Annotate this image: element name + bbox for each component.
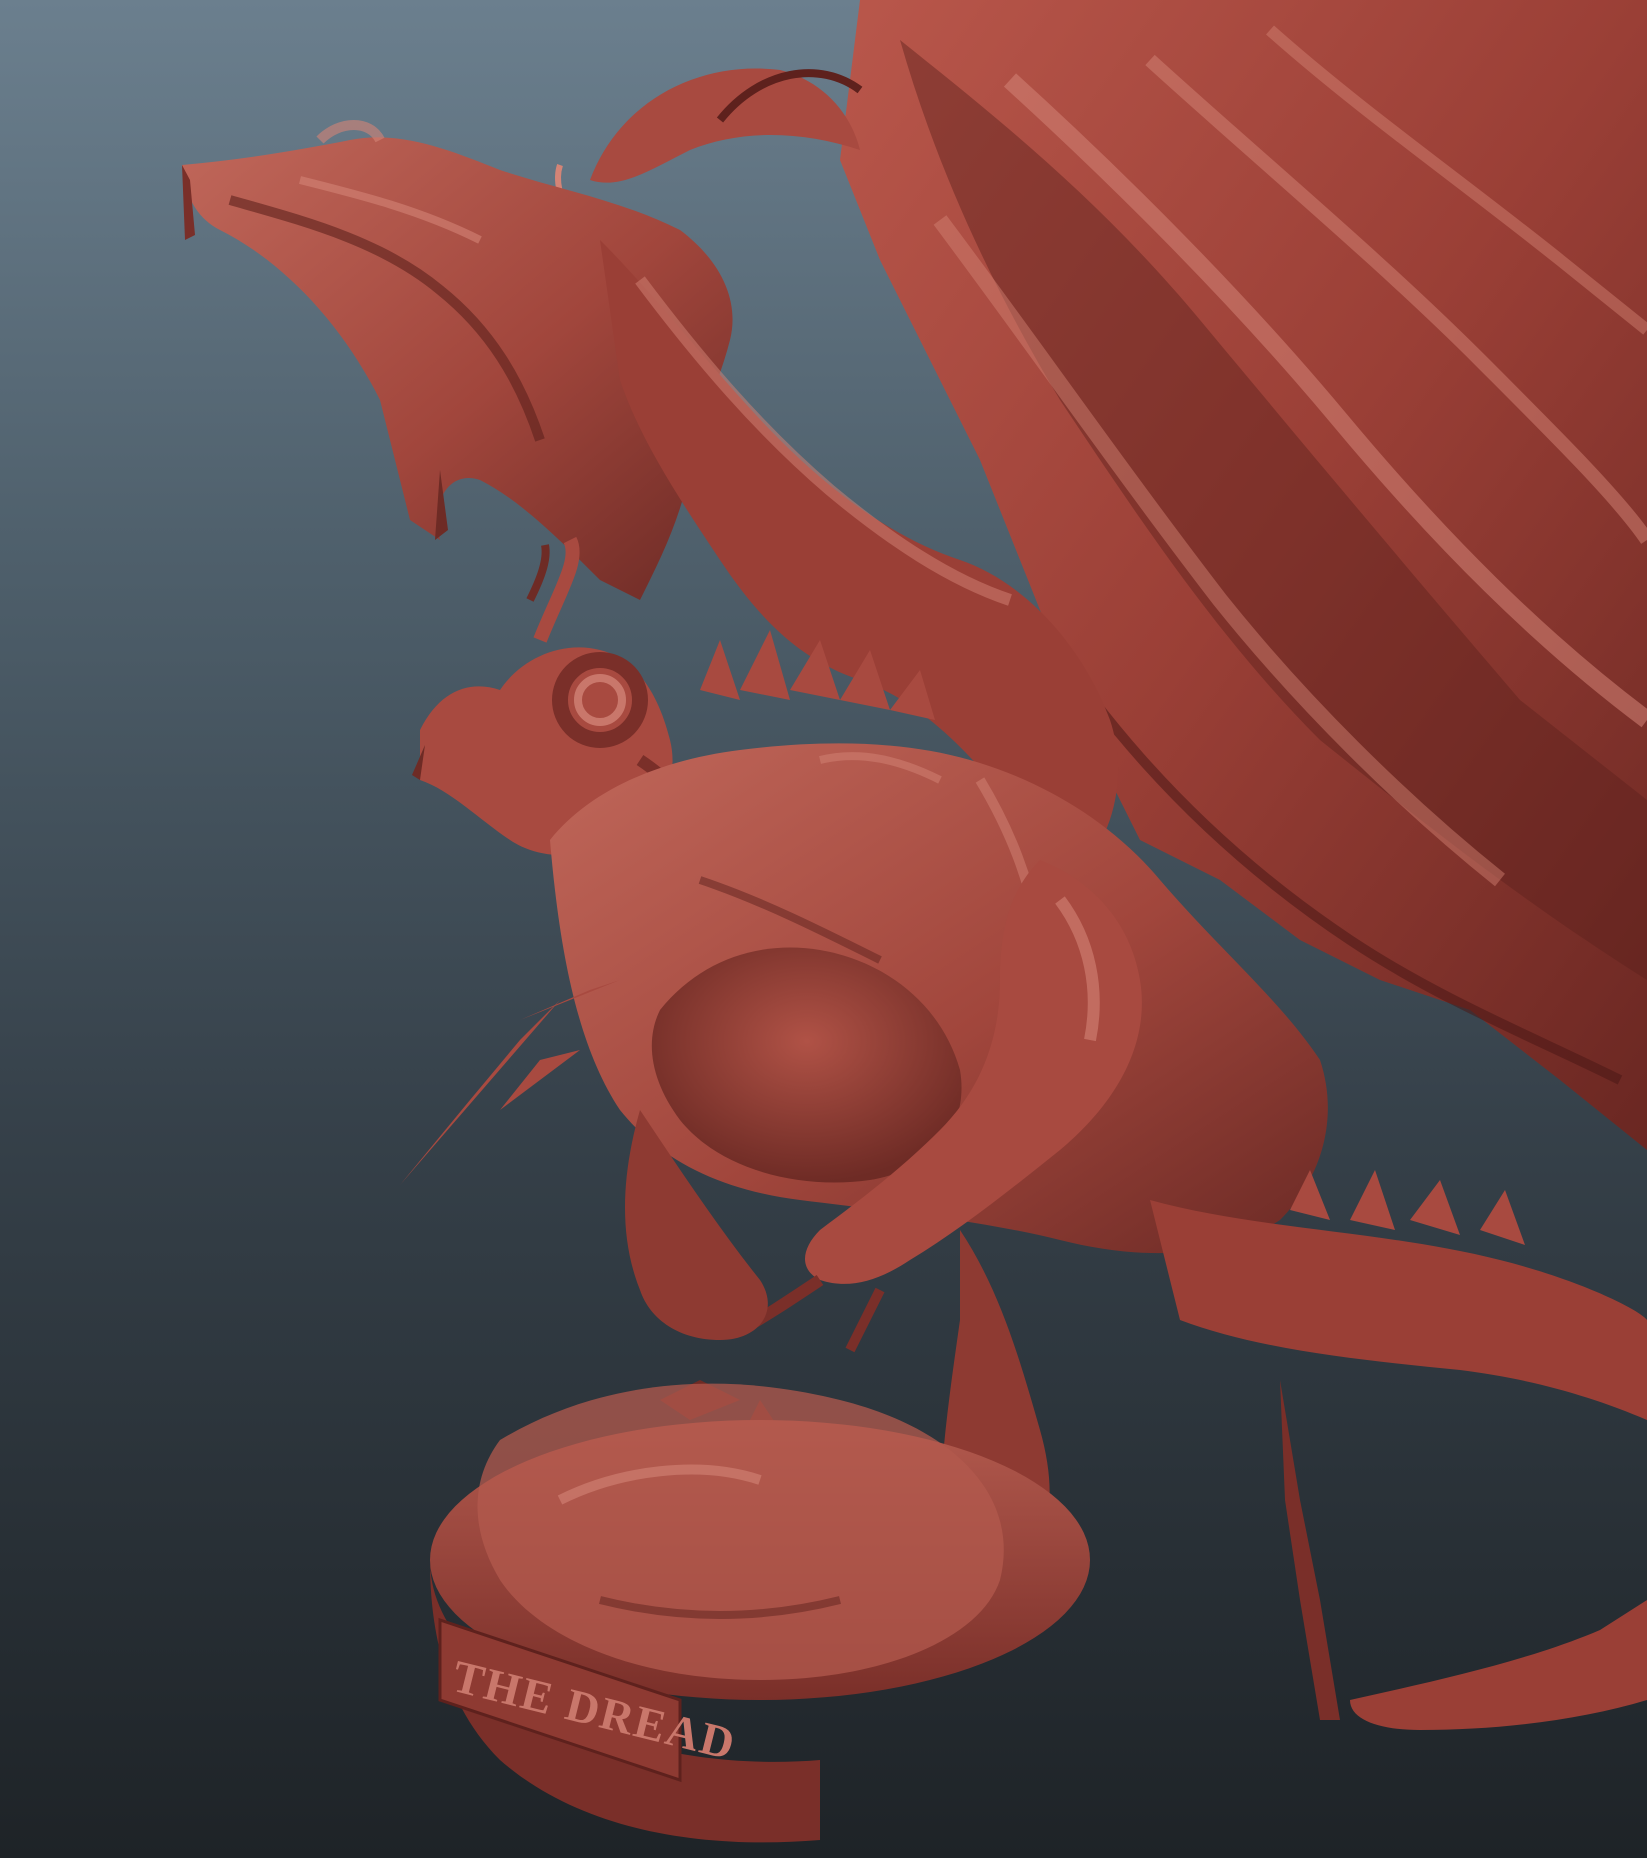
dragon-sculpture: THE DREAD <box>182 0 1647 1843</box>
tail <box>1150 1200 1647 1730</box>
wing-claws <box>555 68 863 217</box>
sculpt-viewport[interactable]: THE DREAD <box>0 0 1647 1858</box>
